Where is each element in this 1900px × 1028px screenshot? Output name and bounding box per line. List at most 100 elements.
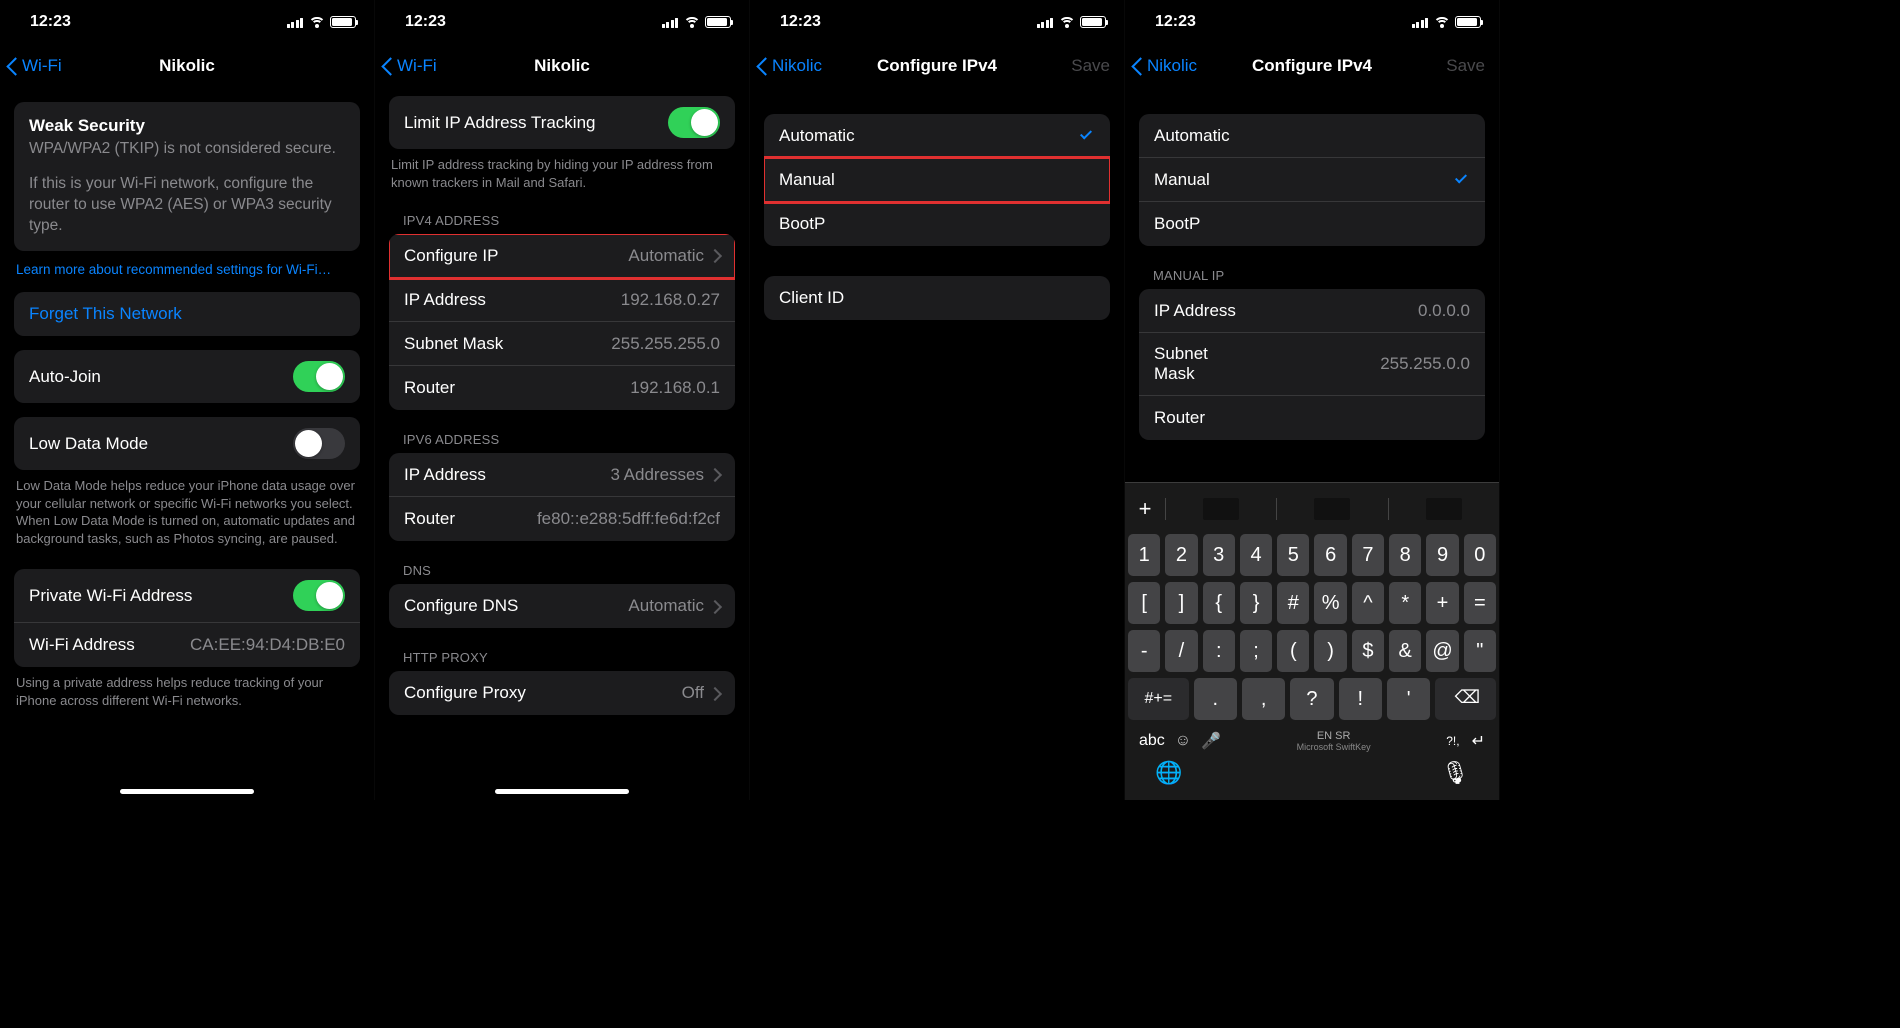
key-question[interactable]: ? (1290, 678, 1333, 720)
key-char[interactable]: ( (1277, 630, 1309, 672)
keyboard-plus-button[interactable]: + (1125, 496, 1165, 522)
signal-icon (287, 16, 304, 28)
ipv6-address-row[interactable]: IP Address 3 Addresses (389, 453, 735, 497)
router-input[interactable] (1205, 408, 1470, 428)
key-comma[interactable]: , (1242, 678, 1285, 720)
key-char[interactable]: 4 (1240, 534, 1272, 576)
keyboard-suggestion-3[interactable] (1388, 498, 1499, 520)
key-char[interactable]: ) (1314, 630, 1346, 672)
status-bar: 12:23 (0, 0, 374, 44)
option-bootp-label: BootP (779, 214, 825, 234)
key-mic[interactable]: 🎤 (1201, 731, 1221, 751)
checkmark-icon (1454, 174, 1470, 185)
ipv4-header: IPV4 ADDRESS (403, 213, 735, 228)
private-wifi-row[interactable]: Private Wi-Fi Address (14, 569, 360, 623)
back-button[interactable]: Wi-Fi (381, 56, 437, 76)
key-char[interactable]: = (1464, 582, 1496, 624)
key-char[interactable]: " (1464, 630, 1496, 672)
key-char[interactable]: - (1128, 630, 1160, 672)
configure-ip-row[interactable]: Configure IP Automatic (389, 234, 735, 278)
content-scroll[interactable]: Limit IP Address Tracking Limit IP addre… (375, 88, 749, 800)
back-button[interactable]: Nikolic (1131, 56, 1197, 76)
back-button[interactable]: Wi-Fi (6, 56, 62, 76)
subnet-mask-input[interactable] (1249, 354, 1470, 374)
key-char[interactable]: & (1389, 630, 1421, 672)
limit-tracking-row[interactable]: Limit IP Address Tracking (389, 96, 735, 149)
key-emoji[interactable]: ☺ (1175, 732, 1191, 750)
learn-more-link[interactable]: Learn more about recommended settings fo… (16, 261, 358, 279)
option-manual[interactable]: Manual (1139, 158, 1485, 202)
content-scroll[interactable]: Automatic Manual BootP MANUAL IP IP Addr… (1125, 88, 1499, 482)
client-id-row[interactable]: Client ID (764, 276, 1110, 320)
keyboard-suggestion-2[interactable] (1276, 498, 1387, 520)
key-backspace[interactable] (1435, 678, 1496, 720)
private-wifi-toggle[interactable] (293, 580, 345, 611)
key-char[interactable]: 6 (1314, 534, 1346, 576)
auto-join-row[interactable]: Auto-Join (14, 350, 360, 403)
key-char[interactable]: { (1203, 582, 1235, 624)
key-char[interactable]: $ (1352, 630, 1384, 672)
key-char[interactable]: 5 (1277, 534, 1309, 576)
chevron-back-icon (756, 56, 768, 76)
key-char[interactable]: / (1165, 630, 1197, 672)
key-char[interactable]: 8 (1389, 534, 1421, 576)
forget-network-button[interactable]: Forget This Network (14, 292, 360, 336)
keyboard-dictation-icon[interactable]: 🎙 (1441, 760, 1469, 786)
key-char[interactable]: } (1240, 582, 1272, 624)
option-manual[interactable]: Manual (764, 158, 1110, 202)
key-char[interactable]: 3 (1203, 534, 1235, 576)
key-char[interactable]: # (1277, 582, 1309, 624)
low-data-mode-row[interactable]: Low Data Mode (14, 417, 360, 470)
configure-proxy-value: Off (682, 683, 704, 703)
key-period[interactable]: . (1194, 678, 1237, 720)
option-bootp[interactable]: BootP (1139, 202, 1485, 246)
limit-tracking-toggle[interactable] (668, 107, 720, 138)
auto-join-toggle[interactable] (293, 361, 345, 392)
back-button[interactable]: Nikolic (756, 56, 822, 76)
subnet-mask-row[interactable]: Subnet Mask (1139, 333, 1485, 396)
key-char[interactable]: ^ (1352, 582, 1384, 624)
option-automatic[interactable]: Automatic (764, 114, 1110, 158)
nav-bar: Wi-Fi Nikolic (0, 44, 374, 88)
nav-title: Nikolic (10, 56, 364, 76)
keyboard-suggestion-bar[interactable]: + (1125, 487, 1499, 531)
ip-address-label: IP Address (1154, 301, 1236, 321)
home-indicator[interactable] (120, 789, 254, 794)
keyboard-suggestion-1[interactable] (1165, 498, 1276, 520)
key-char[interactable]: [ (1128, 582, 1160, 624)
key-char[interactable]: @ (1426, 630, 1458, 672)
low-data-mode-footer: Low Data Mode helps reduce your iPhone d… (16, 477, 358, 547)
key-char[interactable]: 1 (1128, 534, 1160, 576)
configure-dns-row[interactable]: Configure DNS Automatic (389, 584, 735, 628)
router-row[interactable]: Router (1139, 396, 1485, 440)
content-scroll[interactable]: Automatic Manual BootP Client ID (750, 88, 1124, 800)
key-char[interactable]: * (1389, 582, 1421, 624)
key-char[interactable]: 0 (1464, 534, 1496, 576)
configure-proxy-row[interactable]: Configure Proxy Off (389, 671, 735, 715)
key-char[interactable]: ; (1240, 630, 1272, 672)
keyboard[interactable]: + 1234567890 []{}#%^*+= -/:;()$&@" #+= .… (1125, 482, 1499, 800)
option-bootp[interactable]: BootP (764, 202, 1110, 246)
key-punct-shortcut[interactable]: ?!, (1446, 734, 1459, 748)
key-exclaim[interactable]: ! (1339, 678, 1382, 720)
low-data-mode-toggle[interactable] (293, 428, 345, 459)
keyboard-globe-icon[interactable]: 🌐 (1155, 760, 1182, 786)
signal-icon (1412, 16, 1429, 28)
key-shift[interactable]: #+= (1128, 678, 1189, 720)
key-char[interactable]: 9 (1426, 534, 1458, 576)
key-char[interactable]: 2 (1165, 534, 1197, 576)
key-char[interactable]: % (1314, 582, 1346, 624)
key-return[interactable]: ↵ (1472, 731, 1485, 751)
key-char[interactable]: : (1203, 630, 1235, 672)
router-value: 192.168.0.1 (630, 378, 720, 398)
home-indicator[interactable] (495, 789, 629, 794)
key-char[interactable]: 7 (1352, 534, 1384, 576)
ip-address-row[interactable]: IP Address (1139, 289, 1485, 333)
key-char[interactable]: ] (1165, 582, 1197, 624)
option-automatic[interactable]: Automatic (1139, 114, 1485, 158)
ip-address-input[interactable] (1236, 301, 1470, 321)
key-apostrophe[interactable]: ' (1387, 678, 1430, 720)
content-scroll[interactable]: Weak Security WPA/WPA2 (TKIP) is not con… (0, 88, 374, 800)
key-char[interactable]: + (1426, 582, 1458, 624)
key-abc[interactable]: abc (1139, 732, 1165, 750)
